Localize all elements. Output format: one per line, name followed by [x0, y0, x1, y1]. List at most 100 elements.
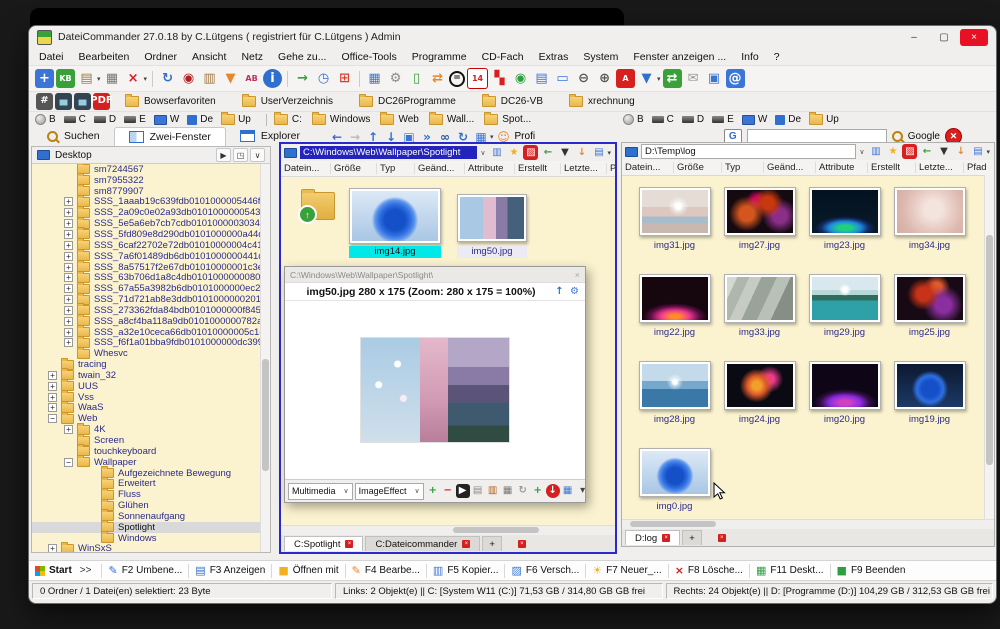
equalize-icon[interactable]: = [449, 71, 465, 87]
list-view-icon[interactable]: ▤ [532, 69, 551, 88]
close-tab-icon[interactable]: × [518, 540, 526, 548]
delete-icon[interactable]: × [124, 69, 143, 88]
file-thumbnail[interactable] [457, 194, 527, 242]
tree-expander[interactable]: + [64, 252, 73, 261]
tree-item[interactable]: + SSS_67a55a3982b6db0101000000ec2a0c01 [32, 283, 260, 294]
middle-horizontal-scrollbar[interactable] [281, 525, 615, 535]
menu-item[interactable]: Gehe zu... [278, 51, 326, 63]
tree-expander[interactable]: + [64, 284, 73, 293]
close-tab-icon[interactable]: × [662, 534, 670, 542]
file-item[interactable]: img28.jpg [632, 361, 717, 448]
tree-expander[interactable]: + [64, 197, 73, 206]
drive-button[interactable]: B [35, 114, 56, 125]
download-red-icon[interactable]: ↓ [546, 484, 560, 498]
file-name-label[interactable]: img14.jpg [349, 246, 441, 258]
menu-item[interactable]: Extras [539, 51, 569, 63]
tree-item[interactable]: + WinSxS [32, 544, 260, 552]
address-book-icon[interactable]: @ [726, 69, 745, 88]
tree-expander[interactable]: + [64, 230, 73, 239]
function-key-button[interactable]: ■ Öffnen mit [278, 564, 338, 577]
scrollbar-thumb[interactable] [453, 527, 539, 533]
favorite-folder-button[interactable]: Bowserfavoriten [125, 96, 216, 107]
dropdown-caret-icon[interactable]: ▾ [657, 75, 661, 83]
menu-item[interactable]: Fenster anzeigen ... [633, 51, 726, 63]
panel-tab[interactable]: × [704, 531, 735, 545]
menu-item[interactable]: Office-Tools [341, 51, 396, 63]
dropdown-caret-icon[interactable]: ▾ [144, 75, 148, 83]
file-item[interactable]: img22.jpg [632, 274, 717, 361]
tree-item[interactable]: touchkeyboard [32, 446, 260, 457]
hide-view-icon[interactable]: ◉ [179, 69, 198, 88]
breadcrumb-folder[interactable]: C: [274, 114, 302, 125]
tree-expander[interactable]: + [64, 328, 73, 337]
paste-image-icon[interactable]: ▥ [486, 484, 500, 498]
thumbs-grid-icon[interactable]: ▦ [561, 484, 575, 498]
tree-expander[interactable]: − [48, 414, 57, 423]
column-header[interactable]: Größe [674, 162, 722, 173]
dropdown-caret-icon[interactable]: ▾ [986, 148, 990, 156]
breadcrumb-folder[interactable]: Windows [312, 114, 371, 125]
panel-tab[interactable]: × [504, 537, 535, 551]
arrange-windows-icon[interactable]: + [35, 69, 54, 88]
download-orange-icon[interactable]: ↓ [953, 144, 968, 159]
pdf-icon[interactable]: A [616, 69, 635, 88]
tree-expander[interactable]: + [64, 273, 73, 282]
column-header[interactable]: Größe [331, 163, 377, 174]
network-icon[interactable]: ▣ [705, 69, 724, 88]
send-mail-icon[interactable]: ✉ [684, 69, 703, 88]
favorite-folder-button[interactable]: DC26-VB [482, 96, 543, 107]
drive-button[interactable]: B [623, 114, 644, 125]
menu-item[interactable]: ? [774, 51, 780, 63]
tree-restore-button[interactable]: ◳ [233, 148, 248, 162]
function-key-button[interactable]: ✎ F4 Bearbe... [352, 564, 420, 577]
remove-effect-icon[interactable]: − [441, 484, 455, 498]
history-clock-icon[interactable]: ◷ [314, 69, 333, 88]
tree-item[interactable]: + SSS_63b706d1a8c4db0101000000080a2809 [32, 272, 260, 283]
globe-icon[interactable]: ◉ [511, 69, 530, 88]
close-icon[interactable]: × [575, 270, 580, 280]
down-arrow-icon[interactable]: ▼ [637, 69, 656, 88]
play-icon[interactable]: ▶ [456, 484, 470, 498]
file-item[interactable]: img24.jpg [717, 361, 802, 448]
move-to-folder-icon[interactable]: ▼ [221, 69, 240, 88]
view-cards-icon[interactable]: ▥ [868, 144, 883, 159]
column-header[interactable]: Geänd... [764, 162, 816, 173]
tree-item[interactable]: − Wallpaper [32, 457, 260, 468]
function-key-button[interactable]: ▦ F11 Deskt... [756, 564, 824, 577]
function-key-button[interactable]: × F8 Lösche... [675, 564, 743, 577]
file-item[interactable]: img19.jpg [887, 361, 972, 448]
panel-tab[interactable]: C:Spotlight× [284, 536, 363, 551]
tree-expander[interactable]: + [64, 295, 73, 304]
dropdown-caret-icon[interactable]: ▾ [607, 149, 611, 157]
paste-icon[interactable]: ▤ [77, 69, 96, 88]
tree-item[interactable]: Glühen [32, 500, 260, 511]
copy-to-folder-icon[interactable]: ▥ [200, 69, 219, 88]
checkered-flag-icon[interactable]: ▚ [490, 69, 509, 88]
preview-title-bar[interactable]: C:\Windows\Web\Wallpaper\Spotlight\ × [285, 267, 585, 283]
drive-button[interactable]: W [154, 114, 179, 125]
right-path-field[interactable]: D:\Temp\log [641, 144, 856, 159]
favorites-star-icon[interactable]: ★ [885, 144, 900, 159]
tree-item[interactable]: Aufgezeichnete Bewegung [32, 468, 260, 479]
function-key-button[interactable]: ✎ F2 Umbene... [108, 564, 182, 577]
file-item[interactable]: img34.jpg [887, 187, 972, 274]
pdf-tool-icon[interactable]: PDF [93, 93, 110, 110]
view-tab[interactable]: Zwei-Fenster [114, 127, 226, 146]
menu-item[interactable]: Bearbeiten [79, 51, 130, 63]
wallpaper-icon[interactable]: ▦ [365, 69, 384, 88]
tree-expander[interactable]: + [64, 306, 73, 315]
tree-item[interactable]: + SSS_1aaab19c639fdb0101000005446f826 [32, 197, 260, 208]
back-green-icon[interactable]: ← [919, 144, 934, 159]
tree-collapse-button[interactable]: ∨ [250, 148, 265, 162]
panel-tab[interactable]: D:log× [625, 530, 680, 545]
file-item[interactable]: img20.jpg [802, 361, 887, 448]
panel-tab[interactable]: + [682, 530, 702, 545]
column-header[interactable]: Attribute [816, 162, 868, 173]
settings-gears-icon[interactable]: ⚙ [386, 69, 405, 88]
close-tab-icon[interactable]: × [345, 540, 353, 548]
tree-item[interactable]: + SSS_f6f1a01bba9fdb0101000000dc399019 [32, 338, 260, 349]
drive-button[interactable]: D [94, 114, 116, 125]
right-vertical-scrollbar[interactable] [984, 175, 994, 520]
function-key-button[interactable]: ☀ F7 Neuer_... [592, 564, 661, 577]
print-icon[interactable]: ▦ [103, 69, 122, 88]
